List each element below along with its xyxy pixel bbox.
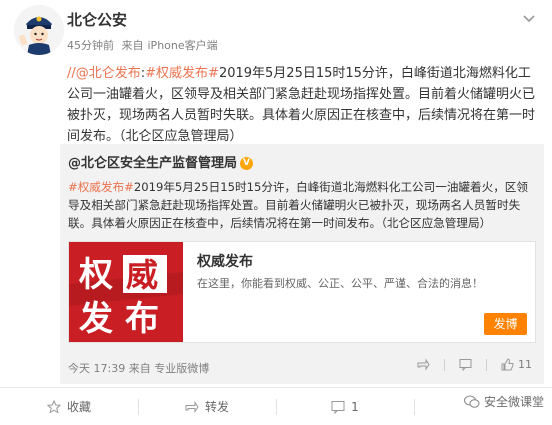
author-avatar[interactable] (14, 5, 64, 55)
repost-box: @北仑区安全生产监督管理局 V #权威发布#2019年5月25日15时15分许，白… (60, 144, 544, 384)
comment-icon (331, 400, 345, 414)
repost-comment-button[interactable] (459, 358, 472, 371)
author-name[interactable]: 北仑公安 (67, 9, 127, 30)
police-cartoon-icon (14, 5, 64, 55)
repost-author-row: @北仑区安全生产监督管理局 V (68, 152, 254, 171)
cover-char-3: 发 (79, 299, 113, 339)
cover-char-1: 权 (78, 255, 113, 295)
repost-time-source[interactable]: 今天 17:39 来自 专业版微博 (68, 360, 209, 376)
topic-link[interactable]: #权威发布# (145, 66, 219, 81)
card-cover-image: 权 威 发 布 (69, 242, 183, 342)
repost-text: 2019年5月25日15时15分许，白峰街道北海燃料化工公司一油罐着火，区领导及… (68, 180, 528, 230)
post-meta: 45分钟前 来自 iPhone客户端 (67, 37, 222, 53)
forward-label: 转发 (204, 400, 229, 414)
wechat-icon (463, 395, 480, 408)
repost-author[interactable]: @北仑区安全生产监督管理局 (68, 156, 237, 171)
repost-actions: 11 (417, 358, 532, 371)
post-time[interactable]: 45分钟前 (67, 39, 114, 52)
star-icon (46, 399, 61, 414)
post-source[interactable]: iPhone客户端 (148, 39, 218, 52)
forward-icon (417, 358, 430, 371)
post-body: //@北仑发布:#权威发布#2019年5月25日15时15分许，白峰街道北海燃料… (67, 63, 539, 147)
thumbs-up-icon (501, 358, 514, 371)
collect-button[interactable]: 收藏 (0, 388, 138, 425)
comment-count: 1 (351, 399, 359, 414)
divider (444, 358, 445, 371)
comment-icon (459, 359, 472, 371)
forward-icon (185, 400, 199, 413)
like-count: 11 (518, 358, 532, 371)
source-prefix: 来自 (121, 39, 144, 52)
comment-button[interactable]: 1 (276, 388, 414, 425)
post-header: 北仑公安 45分钟前 来自 iPhone客户端 (0, 0, 552, 58)
cover-graphic: 权 威 发 布 (69, 242, 183, 342)
watermark-text: 安全微课堂 (483, 395, 544, 409)
repost-footer: 今天 17:39 来自 专业版微博 11 (68, 358, 538, 376)
repost-forward-button[interactable] (417, 358, 430, 371)
wechat-watermark: 安全微课堂 (463, 393, 544, 410)
repost-text-block: #权威发布#2019年5月25日15时15分许，白峰街道北海燃料化工公司一油罐着… (68, 178, 538, 232)
verified-badge-icon: V (240, 157, 254, 170)
repost-like-button[interactable]: 11 (501, 358, 532, 371)
collect-label: 收藏 (66, 400, 91, 414)
mention-link[interactable]: //@北仑发布 (67, 66, 141, 81)
divider (486, 358, 487, 371)
topic-card[interactable]: 权 威 发 布 权威发布 在这里，你能看到权威、公正、公平、严谨、合法的消息！ … (68, 241, 536, 343)
cover-char-4: 布 (125, 299, 159, 339)
cover-char-2: 威 (126, 256, 158, 294)
forward-button[interactable]: 转发 (138, 388, 276, 425)
chevron-down-icon[interactable] (522, 12, 536, 26)
card-description: 在这里，你能看到权威、公正、公平、严谨、合法的消息！ (197, 277, 483, 290)
post-weibo-button[interactable]: 发博 (484, 313, 527, 335)
repost-topic-link[interactable]: #权威发布# (68, 180, 134, 194)
card-title[interactable]: 权威发布 (197, 251, 253, 271)
